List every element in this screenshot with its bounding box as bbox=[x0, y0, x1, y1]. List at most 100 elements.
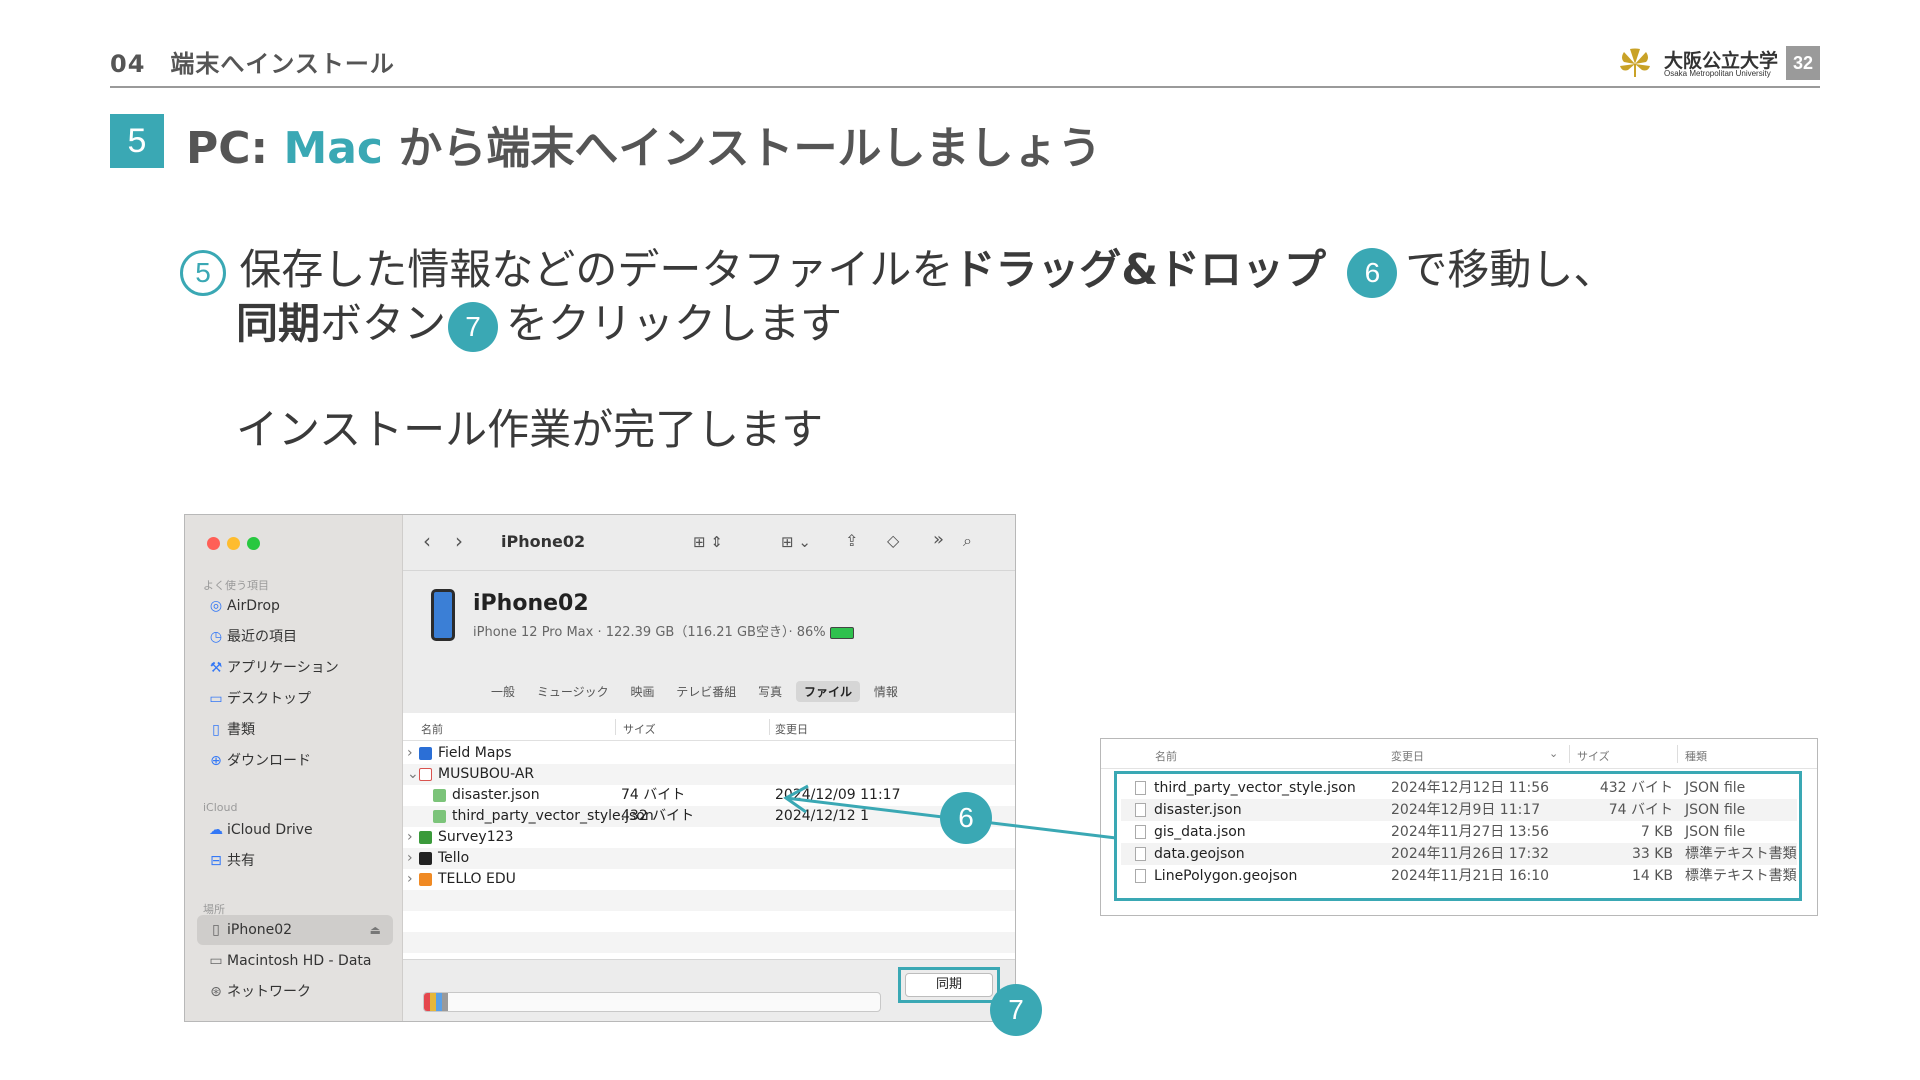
zoom-window-button[interactable] bbox=[247, 537, 260, 550]
list-item[interactable]: disaster.json 74 バイト 2024/12/09 11:17 bbox=[403, 785, 1015, 806]
column-modified[interactable]: 変更日 bbox=[1391, 748, 1424, 764]
device-info-text: iPhone 12 Pro Max · 122.39 GB（116.21 GB空… bbox=[473, 625, 826, 640]
column-kind[interactable]: 種類 bbox=[1685, 748, 1707, 764]
sidebar-item-shared[interactable]: ⊟ 共有 bbox=[197, 846, 393, 876]
list-item[interactable]: › Tello bbox=[403, 848, 1015, 869]
file-name: Survey123 bbox=[438, 829, 514, 845]
file-size: 74 バイト bbox=[621, 787, 686, 803]
list-item[interactable]: › Field Maps bbox=[403, 743, 1015, 764]
tab-info[interactable]: 情報 bbox=[866, 681, 906, 702]
sidebar-item-airdrop[interactable]: ◎ AirDrop bbox=[197, 591, 393, 621]
more-icon[interactable]: » bbox=[933, 529, 944, 550]
folder-icon bbox=[419, 872, 432, 886]
group-icon[interactable]: ⊞ ⌄ bbox=[781, 533, 811, 551]
sidebar-item-icloud-drive[interactable]: ☁ iCloud Drive bbox=[197, 815, 393, 845]
sidebar-item-label: AirDrop bbox=[227, 598, 280, 614]
step-number-badge: 5 bbox=[110, 114, 164, 168]
title-prefix: PC: bbox=[186, 123, 284, 174]
column-size[interactable]: サイズ bbox=[623, 721, 656, 737]
tab-movies[interactable]: 映画 bbox=[622, 681, 662, 702]
source-list-header: 名前 変更日 ⌄ サイズ 種類 bbox=[1101, 739, 1817, 769]
sync-button[interactable]: 同期 bbox=[905, 973, 993, 997]
share-icon[interactable]: ⇪ bbox=[845, 531, 858, 550]
search-icon[interactable]: ⌕ bbox=[963, 531, 972, 551]
instruction-bold: 同期 bbox=[236, 299, 321, 348]
sidebar-item-label: デスクトップ bbox=[227, 691, 311, 707]
column-size[interactable]: サイズ bbox=[1577, 748, 1610, 764]
sidebar-item-label: iPhone02 bbox=[227, 922, 293, 938]
forward-icon[interactable]: › bbox=[455, 529, 463, 553]
column-name[interactable]: 名前 bbox=[1155, 748, 1177, 764]
list-item[interactable]: ⌄ MUSUBOU-AR bbox=[403, 764, 1015, 785]
sort-chevron-icon[interactable]: ⌄ bbox=[1549, 747, 1558, 760]
file-list: 名前 サイズ 変更日 › Field Maps ⌄ MUSUBOU-AR disas… bbox=[403, 713, 1015, 959]
eject-icon[interactable]: ⏏ bbox=[370, 915, 381, 945]
file-date: 2024/12/12 1 bbox=[775, 808, 870, 824]
desktop-icon: ▭ bbox=[209, 691, 223, 707]
callout-6: 6 bbox=[940, 792, 992, 844]
finder-window: よく使う項目 ◎ AirDrop ◷ 最近の項目 ⚒ アプリケーション ▭ デスクトップ… bbox=[184, 514, 1016, 1022]
expand-chevron-icon[interactable]: › bbox=[407, 869, 413, 890]
storage-bar bbox=[423, 992, 881, 1012]
column-divider bbox=[1569, 745, 1570, 763]
file-name: Field Maps bbox=[438, 745, 512, 761]
sidebar-item-downloads[interactable]: ⊕ ダウンロード bbox=[197, 746, 393, 776]
sidebar-item-iphone02[interactable]: ▯ iPhone02 ⏏ bbox=[197, 915, 393, 945]
file-name: TELLO EDU bbox=[438, 871, 516, 887]
shared-folder-icon: ⊟ bbox=[210, 853, 222, 869]
sidebar-item-label: 書類 bbox=[227, 722, 255, 738]
tab-files[interactable]: ファイル bbox=[795, 681, 860, 702]
column-modified[interactable]: 変更日 bbox=[775, 721, 808, 737]
device-info: iPhone 12 Pro Max · 122.39 GB（116.21 GB空… bbox=[473, 621, 854, 640]
folder-icon bbox=[419, 851, 432, 865]
list-item[interactable]: › Survey123 bbox=[403, 827, 1015, 848]
network-icon: ⊛ bbox=[210, 984, 222, 1000]
expand-chevron-icon[interactable]: › bbox=[407, 743, 413, 764]
sidebar-item-label: アプリケーション bbox=[227, 660, 339, 676]
sidebar-item-documents[interactable]: ▯ 書類 bbox=[197, 715, 393, 745]
tab-general[interactable]: 一般 bbox=[483, 681, 523, 702]
list-item[interactable]: third_party_vector_style.json 432 バイト 2024… bbox=[403, 806, 1015, 827]
device-name: iPhone02 bbox=[473, 591, 589, 616]
device-summary: iPhone02 iPhone 12 Pro Max · 122.39 GB（1… bbox=[403, 571, 1015, 713]
tag-icon[interactable]: ◇ bbox=[887, 531, 899, 550]
sidebar-item-recents[interactable]: ◷ 最近の項目 bbox=[197, 622, 393, 652]
expand-chevron-icon[interactable]: › bbox=[407, 848, 413, 869]
collapse-chevron-icon[interactable]: ⌄ bbox=[407, 764, 419, 785]
page-number: 32 bbox=[1786, 46, 1820, 80]
sidebar-item-macintosh-hd[interactable]: ▭ Macintosh HD - Data bbox=[197, 946, 393, 976]
section-header: 04 端末へインストール bbox=[110, 50, 395, 78]
sidebar-item-applications[interactable]: ⚒ アプリケーション bbox=[197, 653, 393, 683]
sidebar-section-icloud: iCloud bbox=[203, 801, 238, 814]
column-divider bbox=[1677, 745, 1678, 763]
finder-main: ‹ › iPhone02 ⊞ ⇕ ⊞ ⌄ ⇪ ◇ » ⌕ iPhone02 iP… bbox=[403, 515, 1015, 1021]
iphone-icon bbox=[431, 589, 455, 641]
instruction-line-2: 同期ボタン 7 をクリックします bbox=[236, 290, 842, 352]
clock-icon: ◷ bbox=[209, 629, 223, 645]
minimize-window-button[interactable] bbox=[227, 537, 240, 550]
apps-icon: ⚒ bbox=[209, 660, 223, 676]
phone-icon: ▯ bbox=[212, 922, 220, 938]
view-mode-icon[interactable]: ⊞ ⇕ bbox=[693, 533, 723, 551]
tab-music[interactable]: ミュージック bbox=[529, 681, 617, 702]
json-file-icon bbox=[433, 809, 446, 823]
back-icon[interactable]: ‹ bbox=[423, 529, 431, 553]
list-item-empty bbox=[403, 890, 1015, 911]
sidebar-item-desktop[interactable]: ▭ デスクトップ bbox=[197, 684, 393, 714]
close-window-button[interactable] bbox=[207, 537, 220, 550]
tab-photos[interactable]: 写真 bbox=[750, 681, 790, 702]
instruction-text: で移動し、 bbox=[1405, 245, 1616, 294]
finder-sidebar: よく使う項目 ◎ AirDrop ◷ 最近の項目 ⚒ アプリケーション ▭ デスクトップ… bbox=[185, 515, 403, 1021]
instruction-text: ボタン bbox=[320, 299, 447, 348]
file-date: 2024/12/09 11:17 bbox=[775, 787, 901, 803]
battery-icon bbox=[829, 626, 854, 639]
tab-tv[interactable]: テレビ番組 bbox=[668, 681, 744, 702]
disk-icon: ▭ bbox=[209, 953, 223, 969]
expand-chevron-icon[interactable]: › bbox=[407, 827, 413, 848]
file-size: 432 バイト bbox=[621, 808, 695, 824]
sidebar-item-network[interactable]: ⊛ ネットワーク bbox=[197, 977, 393, 1007]
sidebar-item-label: 最近の項目 bbox=[227, 629, 297, 645]
column-name[interactable]: 名前 bbox=[421, 721, 443, 737]
title-suffix: から端末へインストールしましょう bbox=[383, 123, 1102, 174]
list-item[interactable]: › TELLO EDU bbox=[403, 869, 1015, 890]
